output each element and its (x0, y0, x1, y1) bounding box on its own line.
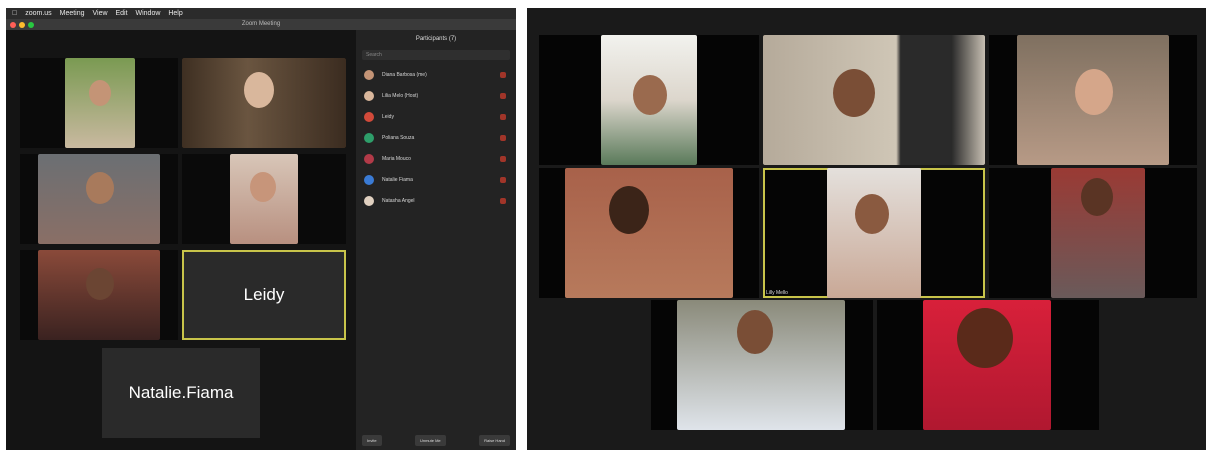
avatar (364, 153, 374, 164)
menu-view[interactable]: View (92, 10, 107, 17)
participant-row[interactable]: Leidy (356, 106, 516, 127)
video-tile[interactable] (20, 58, 178, 148)
video-tile[interactable] (763, 35, 985, 165)
mic-muted-icon (500, 197, 506, 204)
menu-edit[interactable]: Edit (115, 10, 127, 17)
mac-menu-bar:  zoom.us Meeting View Edit Window Help (6, 8, 516, 19)
invite-button[interactable]: Invite (362, 435, 382, 446)
video-tile[interactable] (877, 300, 1099, 430)
menu-window[interactable]: Window (136, 10, 161, 17)
avatar (364, 90, 374, 101)
participant-video (1051, 168, 1145, 298)
participant-video (677, 300, 845, 430)
avatar (364, 132, 374, 143)
participant-row[interactable]: Diana Barbosa (me) (356, 64, 516, 85)
avatar (364, 69, 374, 80)
mic-muted-icon (500, 92, 506, 99)
avatar (364, 111, 374, 122)
menu-app[interactable]: zoom.us (25, 10, 51, 17)
participants-title: Participants (7) (415, 36, 457, 42)
zoom-window-button[interactable] (28, 22, 34, 28)
mic-muted-icon (500, 176, 506, 183)
window-title-bar: Zoom Meeting (6, 19, 516, 30)
participant-name: Maria Mouco (382, 155, 411, 162)
video-tile[interactable] (989, 168, 1197, 298)
participant-name: Natalie Fiama (382, 176, 413, 183)
gallery-view: Leidy Natalie.Fiama (6, 30, 356, 450)
video-tile[interactable] (182, 58, 346, 148)
zoom-window-left:  zoom.us Meeting View Edit Window Help … (6, 8, 516, 450)
participant-name: Diana Barbosa (me) (382, 71, 427, 78)
video-tile-active-speaker[interactable]: Lilly Mello (763, 168, 985, 298)
video-tile[interactable] (20, 154, 178, 244)
participant-name: Leidy (243, 285, 285, 304)
mic-muted-icon (500, 134, 506, 141)
zoom-window-right: Lilly Mello (527, 8, 1206, 450)
participant-video (230, 154, 298, 244)
participant-row[interactable]: Natasha Angel (356, 190, 516, 211)
close-window-button[interactable] (10, 22, 16, 28)
participant-row[interactable]: Poliana Souza (356, 127, 516, 148)
participant-video (601, 35, 697, 165)
menu-help[interactable]: Help (168, 10, 182, 17)
video-tile[interactable] (539, 35, 759, 165)
participant-name: Natalie.Fiama (128, 383, 234, 402)
participant-video (182, 58, 346, 148)
participant-video (38, 250, 160, 340)
participant-row[interactable]: Lilia Melo (Host) (356, 85, 516, 106)
participants-actions: Invite Unmute Me Raise Hand (362, 435, 510, 446)
video-tile[interactable] (182, 154, 346, 244)
raise-hand-button[interactable]: Raise Hand (479, 435, 510, 446)
participant-name: Poliana Souza (382, 134, 415, 141)
participant-video (923, 300, 1051, 430)
menu-meeting[interactable]: Meeting (60, 10, 85, 17)
mic-muted-icon (500, 113, 506, 120)
video-tile[interactable] (989, 35, 1197, 165)
video-tile[interactable] (651, 300, 873, 430)
minimize-window-button[interactable] (19, 22, 25, 28)
participant-name: Lilly Mello (766, 290, 788, 296)
name-tile[interactable]: Natalie.Fiama (102, 348, 260, 438)
participant-video (565, 168, 733, 298)
participant-video (827, 168, 921, 298)
participant-row[interactable]: Maria Mouco (356, 148, 516, 169)
participants-search-input[interactable]: Search (362, 50, 510, 60)
participant-row[interactable]: Natalie Fiama (356, 169, 516, 190)
participant-name: Lilia Melo (Host) (382, 92, 419, 99)
participant-name: Natasha Angel (382, 197, 415, 204)
mic-muted-icon (500, 155, 506, 162)
video-tile[interactable] (539, 168, 759, 298)
mic-muted-icon (500, 71, 506, 78)
unmute-me-button[interactable]: Unmute Me (414, 435, 446, 446)
participant-video (763, 35, 985, 165)
participants-panel: Participants (7) Search Diana Barbosa (m… (356, 30, 516, 450)
participant-video (1017, 35, 1169, 165)
apple-icon[interactable]:  (12, 10, 17, 17)
participant-video (65, 58, 135, 148)
avatar (364, 195, 374, 206)
participant-video (38, 154, 160, 244)
participant-name: Leidy (382, 113, 394, 120)
name-tile-active-speaker[interactable]: Leidy (182, 250, 346, 340)
window-title: Zoom Meeting (241, 21, 281, 27)
avatar (364, 174, 374, 185)
video-tile[interactable] (20, 250, 178, 340)
